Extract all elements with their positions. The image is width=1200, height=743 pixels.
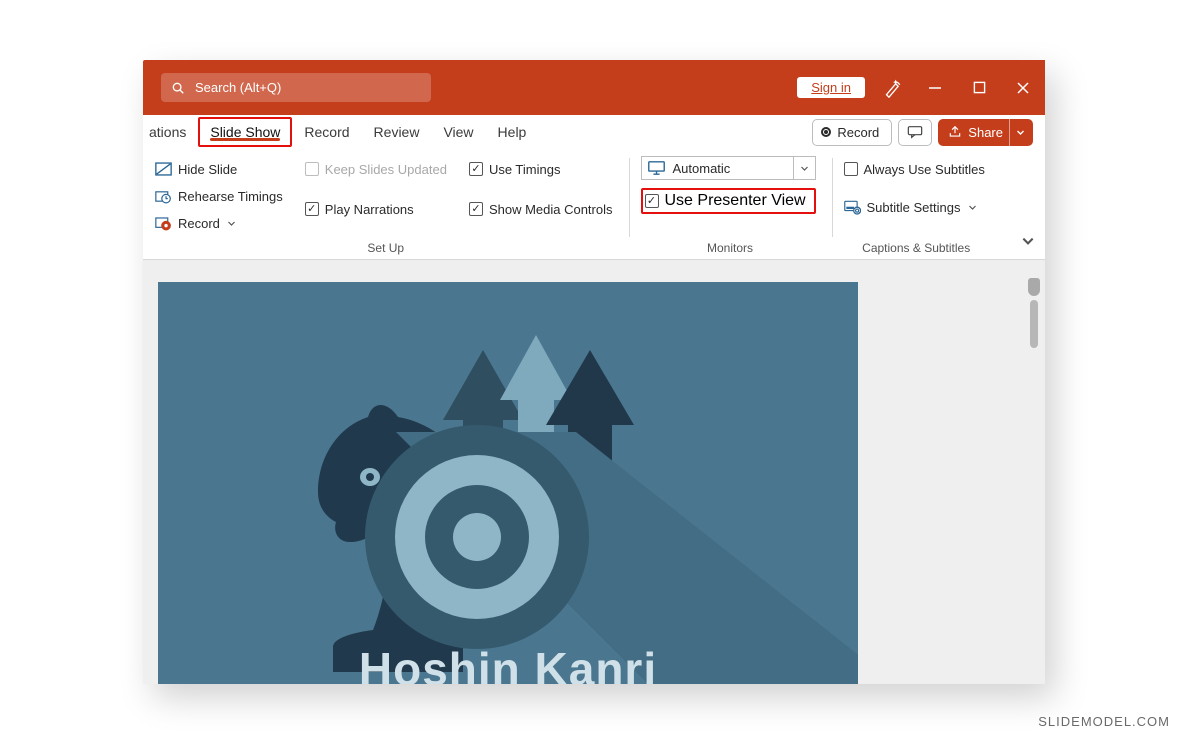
play-narrations-label: Play Narrations	[325, 202, 414, 217]
maximize-button[interactable]	[957, 60, 1001, 115]
vertical-scrollbar[interactable]	[1027, 278, 1041, 684]
always-use-subtitles-checkbox[interactable]: ✓ Always Use Subtitles	[844, 156, 985, 182]
hide-slide-label: Hide Slide	[178, 162, 237, 177]
play-narrations-checkbox[interactable]: ✓ Play Narrations	[305, 196, 447, 222]
record-button-label: Record	[837, 125, 879, 140]
titlebar-right: Sign in	[797, 60, 1045, 115]
slide-target-graphic	[362, 422, 592, 652]
search-placeholder: Search (Alt+Q)	[195, 80, 281, 95]
speech-bubble-icon	[907, 125, 923, 139]
share-icon	[948, 125, 962, 139]
monitor-select-dropdown[interactable]	[793, 157, 809, 179]
chevron-down-icon	[227, 219, 236, 228]
show-media-controls-checkbox[interactable]: ✓ Show Media Controls	[469, 196, 613, 222]
ribbon: Hide Slide Rehearse Timings Record ✓ Kee…	[143, 150, 1045, 260]
checkbox-unchecked-icon: ✓	[844, 162, 858, 176]
search-icon	[171, 81, 185, 95]
hide-slide-icon	[155, 162, 172, 177]
checkbox-checked-icon: ✓	[645, 194, 659, 208]
slide-preview[interactable]: Hoshin Kanri	[158, 282, 858, 684]
group-title-captions: Captions & Subtitles	[832, 241, 1001, 255]
collapse-ribbon-button[interactable]	[1021, 234, 1035, 253]
chevron-down-icon	[800, 164, 809, 173]
tab-help[interactable]: Help	[486, 115, 539, 149]
coming-soon-icon[interactable]	[875, 60, 913, 115]
scroll-up-button[interactable]	[1028, 278, 1040, 296]
slide-title-text: Hoshin Kanri	[359, 642, 657, 684]
monitor-selected-value: Automatic	[673, 161, 731, 176]
ribbon-group-captions: ✓ Always Use Subtitles Subtitle Settings…	[832, 150, 1001, 259]
checkbox-checked-icon: ✓	[305, 202, 319, 216]
tab-view[interactable]: View	[431, 115, 485, 149]
tab-record[interactable]: Record	[292, 115, 361, 149]
close-button[interactable]	[1001, 60, 1045, 115]
use-timings-checkbox[interactable]: ✓ Use Timings	[469, 156, 613, 182]
keep-slides-updated-checkbox: ✓ Keep Slides Updated	[305, 156, 447, 182]
group-title-monitors: Monitors	[629, 241, 832, 255]
chevron-down-icon	[1016, 128, 1025, 137]
always-subtitles-label: Always Use Subtitles	[864, 162, 985, 177]
record-icon	[155, 216, 172, 231]
subtitle-chevron	[966, 203, 978, 212]
share-button[interactable]: Share	[938, 119, 1033, 146]
tab-review[interactable]: Review	[362, 115, 432, 149]
record-button[interactable]: Record	[812, 119, 892, 146]
chevron-down-icon	[968, 203, 977, 212]
slide-canvas-area: Hoshin Kanri	[143, 260, 1045, 684]
record-dropdown-button[interactable]: Record	[155, 210, 283, 236]
subtitle-settings-label: Subtitle Settings	[867, 200, 961, 215]
comments-button[interactable]	[898, 119, 932, 146]
share-button-label: Share	[968, 125, 1003, 140]
show-media-label: Show Media Controls	[489, 202, 613, 217]
rehearse-icon	[155, 189, 172, 204]
rehearse-label: Rehearse Timings	[178, 189, 283, 204]
watermark-text: SLIDEMODEL.COM	[1038, 714, 1170, 729]
tab-animations-partial[interactable]: ations	[143, 115, 198, 149]
chevron-down-icon	[1021, 234, 1035, 248]
search-input[interactable]: Search (Alt+Q)	[161, 73, 431, 102]
checkbox-checked-icon: ✓	[469, 162, 483, 176]
ribbon-group-setup: Hide Slide Rehearse Timings Record ✓ Kee…	[143, 150, 629, 259]
signin-button[interactable]: Sign in	[797, 77, 865, 98]
app-window: Search (Alt+Q) Sign in ations Slide Show…	[143, 60, 1045, 684]
checkbox-unchecked-icon: ✓	[305, 162, 319, 176]
tab-slide-show[interactable]: Slide Show	[198, 117, 292, 147]
monitor-icon	[648, 161, 665, 175]
group-title-setup: Set Up	[143, 241, 629, 255]
subtitle-settings-icon	[844, 200, 861, 215]
minimize-button[interactable]	[913, 60, 957, 115]
record-menu-label: Record	[178, 216, 220, 231]
record-dot-icon	[821, 127, 831, 137]
presenter-view-label: Use Presenter View	[665, 192, 806, 210]
checkbox-checked-icon: ✓	[469, 202, 483, 216]
keep-updated-label: Keep Slides Updated	[325, 162, 447, 177]
subtitle-settings-button[interactable]: Subtitle Settings	[844, 194, 985, 220]
use-timings-label: Use Timings	[489, 162, 561, 177]
share-dropdown[interactable]	[1009, 119, 1025, 146]
use-presenter-view-checkbox[interactable]: ✓ Use Presenter View	[641, 188, 816, 214]
titlebar: Search (Alt+Q) Sign in	[143, 60, 1045, 115]
ribbon-group-monitors: Automatic ✓ Use Presenter View Monitors	[629, 150, 832, 259]
monitor-select[interactable]: Automatic	[641, 156, 816, 180]
hide-slide-button[interactable]: Hide Slide	[155, 156, 283, 182]
scroll-thumb[interactable]	[1030, 300, 1038, 348]
rehearse-timings-button[interactable]: Rehearse Timings	[155, 183, 283, 209]
record-chevron	[226, 219, 238, 228]
ribbon-tabs: ations Slide Show Record Review View Hel…	[143, 115, 1045, 150]
